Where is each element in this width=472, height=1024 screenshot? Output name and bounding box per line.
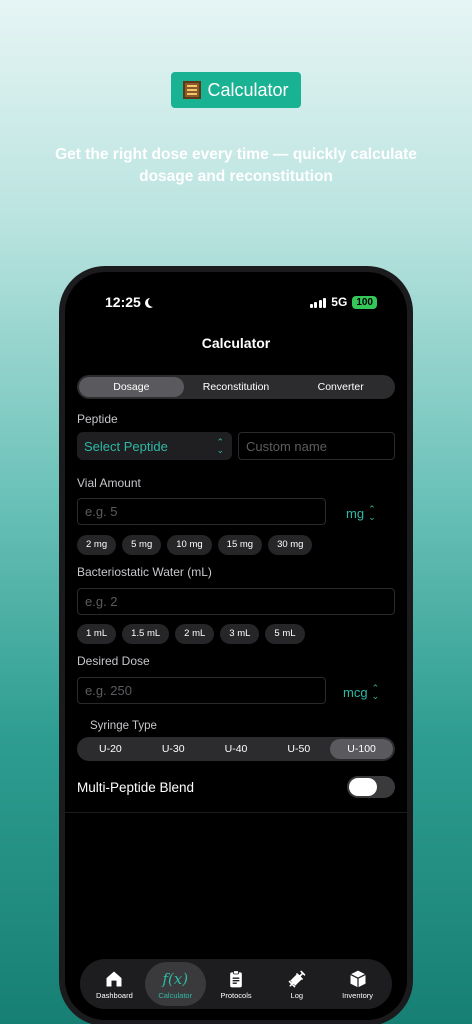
vial-preset-30mg[interactable]: 30 mg — [268, 535, 313, 555]
vial-unit-label: mg — [346, 505, 365, 521]
function-icon: f(x) — [162, 969, 189, 988]
tab-dashboard[interactable]: Dashboard — [84, 962, 145, 1006]
vial-preset-2mg[interactable]: 2 mg — [77, 535, 117, 555]
tab-protocols[interactable]: Protocols — [206, 962, 267, 1006]
peptide-select-value: Select Peptide — [84, 438, 168, 454]
syringe-u20[interactable]: U-20 — [79, 739, 142, 759]
tab-protocols-label: Protocols — [220, 990, 252, 1000]
syringe-icon — [288, 970, 306, 987]
tab-inventory-label: Inventory — [342, 990, 374, 1000]
water-preset-3ml[interactable]: 3 mL — [220, 624, 260, 644]
box-icon — [349, 970, 366, 987]
status-time: 12:25 — [105, 294, 155, 310]
syringe-u100[interactable]: U-100 — [330, 739, 393, 759]
clipboard-icon — [230, 969, 242, 987]
water-preset-1ml[interactable]: 1 mL — [77, 624, 117, 644]
vial-preset-5mg[interactable]: 5 mg — [122, 535, 162, 555]
status-indicators: 5G 100 — [309, 295, 377, 309]
tab-calculator-label: Calculator — [158, 990, 193, 1000]
promo-headline: Get the right dose every time — quickly … — [55, 146, 417, 185]
blend-label: Multi-Peptide Blend — [77, 780, 195, 795]
blend-toggle[interactable] — [347, 776, 395, 798]
tab-bar: Dashboard f(x) Calculator Protocols Log … — [80, 959, 392, 1009]
water-preset-1-5ml[interactable]: 1.5 mL — [122, 624, 170, 644]
phone-frame: 12:25 5G 100 Calculator Dosage Reconstit… — [59, 266, 413, 1024]
tab-dashboard-label: Dashboard — [96, 990, 133, 1000]
desired-dose-label: Desired Dose — [77, 654, 150, 668]
battery-icon: 100 — [352, 295, 377, 309]
page-title: Calculator — [201, 335, 271, 351]
promo-badge-label: Calculator — [207, 79, 289, 100]
abacus-icon — [183, 81, 202, 99]
chevron-up-down-icon: ⌃ ⌄ — [216, 437, 224, 455]
dose-unit-label: mcg — [343, 684, 368, 700]
vial-preset-10mg[interactable]: 10 mg — [167, 535, 212, 555]
vial-amount-label: Vial Amount — [77, 476, 141, 490]
syringe-type-label: Syringe Type — [90, 720, 157, 732]
vial-preset-chips: 2 mg 5 mg 10 mg 15 mg 30 mg — [77, 535, 313, 555]
vial-preset-15mg[interactable]: 15 mg — [217, 535, 263, 555]
syringe-u50[interactable]: U-50 — [267, 739, 330, 759]
tab-reconstitution[interactable]: Reconstitution — [184, 377, 289, 397]
water-preset-chips: 1 mL 1.5 mL 2 mL 3 mL 5 mL — [77, 624, 305, 644]
water-preset-2ml[interactable]: 2 mL — [175, 624, 215, 644]
custom-name-field[interactable]: Custom name — [238, 432, 395, 460]
dose-unit-picker[interactable]: mcg ⌃ ⌄ — [343, 683, 380, 701]
syringe-u30[interactable]: U-30 — [142, 739, 205, 759]
water-label: Bacteriostatic Water (mL) — [77, 565, 212, 579]
mode-segmented-control: Dosage Reconstitution Converter — [77, 375, 395, 399]
syringe-u40[interactable]: U-40 — [205, 739, 268, 759]
vial-unit-picker[interactable]: mg ⌃ ⌄ — [346, 504, 376, 522]
chevron-up-down-icon: ⌃ ⌄ — [368, 504, 376, 522]
water-preset-5ml[interactable]: 5 mL — [265, 624, 305, 644]
peptide-label: Peptide — [77, 412, 118, 426]
vial-amount-input[interactable]: e.g. 5 — [77, 498, 326, 525]
tab-dosage[interactable]: Dosage — [79, 377, 184, 397]
toggle-knob — [349, 778, 377, 796]
tab-converter[interactable]: Converter — [288, 377, 393, 397]
tab-log[interactable]: Log — [266, 962, 327, 1006]
tab-inventory[interactable]: Inventory — [327, 962, 388, 1006]
promo-badge: Calculator — [171, 72, 301, 108]
desired-dose-input[interactable]: e.g. 250 — [77, 677, 326, 704]
syringe-segmented-control: U-20 U-30 U-40 U-50 U-100 — [77, 737, 395, 761]
tab-log-label: Log — [290, 990, 304, 1000]
home-icon — [106, 971, 122, 986]
chevron-up-down-icon: ⌃ ⌄ — [371, 683, 380, 701]
app-screen: 12:25 5G 100 Calculator Dosage Reconstit… — [65, 272, 407, 1020]
divider — [65, 812, 407, 813]
water-input[interactable]: e.g. 2 — [77, 588, 395, 615]
network-label: 5G — [331, 295, 348, 309]
tab-calculator[interactable]: f(x) Calculator — [144, 962, 206, 1006]
status-time-text: 12:25 — [105, 294, 141, 310]
moon-icon — [148, 297, 158, 307]
peptide-select[interactable]: Select Peptide ⌃ ⌄ — [77, 432, 232, 460]
signal-icon — [309, 297, 327, 308]
